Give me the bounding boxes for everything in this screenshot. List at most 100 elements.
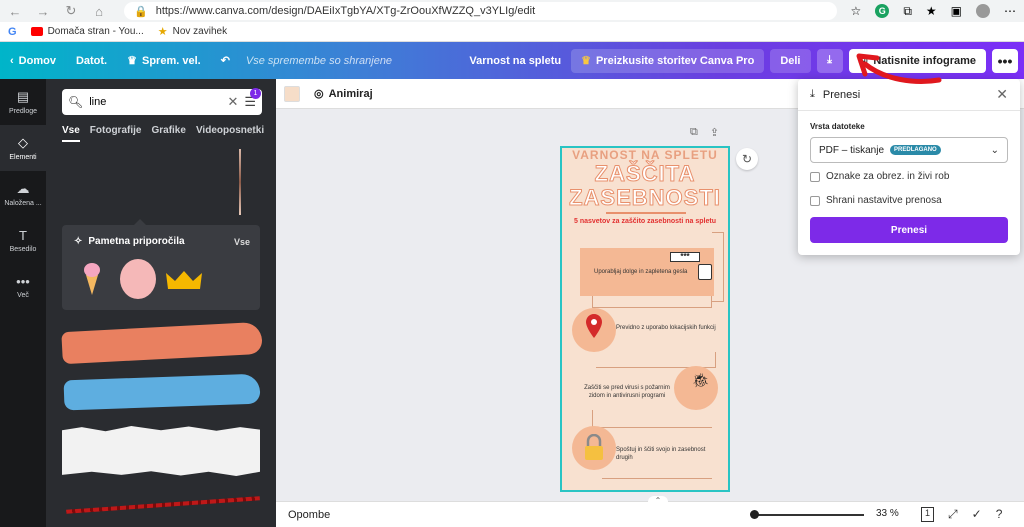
more-button[interactable]: •••	[992, 48, 1018, 73]
search-input[interactable]	[89, 96, 210, 108]
red-line-element[interactable]	[66, 496, 260, 514]
tip1-text[interactable]: Uporabljaj dolge in zapletena gesla	[594, 268, 704, 276]
privacy-circle[interactable]	[572, 426, 616, 470]
see-all-link[interactable]: Vse	[234, 237, 250, 247]
animate-icon: ◎	[314, 88, 324, 100]
undo-button[interactable]: ↶	[211, 54, 240, 67]
tab-photos[interactable]: Fotografije	[90, 125, 142, 142]
filter-icon[interactable]: ☰ 1	[244, 88, 261, 110]
profile-avatar[interactable]	[976, 4, 990, 18]
refresh-icon[interactable]: ↻	[736, 148, 758, 170]
page-count[interactable]: 1	[921, 507, 935, 522]
page-controls: ⧉ ⇪	[690, 126, 719, 139]
template-icon: ▤	[16, 89, 30, 104]
crop-marks-checkbox[interactable]: Oznake za obrez. in živi rob	[810, 171, 949, 182]
share-button[interactable]: Deli	[770, 48, 811, 73]
design-supertitle[interactable]: VARNOST NA SPLETU	[562, 148, 728, 162]
collections-icon[interactable]: ▣	[951, 4, 962, 18]
close-icon[interactable]: ✕	[996, 86, 1008, 103]
tip2-text[interactable]: Previdno z uporabo lokacijskih funkcij	[616, 324, 728, 332]
add-page-icon[interactable]: ⇪	[710, 126, 719, 139]
rail-text[interactable]: T Besedilo	[0, 217, 46, 263]
save-settings-checkbox[interactable]: Shrani nastavitve prenosa	[810, 195, 942, 206]
virus-circle[interactable]: 🐞︎	[674, 366, 718, 410]
file-type-select[interactable]: PDF – tiskanje PREDLAGANO ⌄	[810, 137, 1008, 163]
favorites-icon[interactable]: ★	[926, 4, 937, 18]
resize-button[interactable]: ♛ Sprem. vel.	[117, 54, 211, 68]
address-bar[interactable]: 🔒 https://www.canva.com/design/DAEiIxTgb…	[124, 2, 837, 20]
lock-icon: 🔒	[134, 5, 148, 18]
download-icon: ⤓	[827, 54, 832, 66]
checkbox[interactable]	[810, 171, 820, 182]
notes-button[interactable]: Opombe	[288, 509, 330, 521]
duplicate-page-icon[interactable]: ⧉	[690, 126, 698, 139]
google-icon[interactable]: G	[8, 26, 17, 38]
check-icon[interactable]: ✓	[972, 507, 982, 522]
forward-icon[interactable]: →	[36, 4, 50, 19]
location-circle[interactable]	[572, 308, 616, 352]
tip3-text[interactable]: Zaščiti se pred virusi s požarnim zidom …	[578, 384, 676, 400]
file-menu[interactable]: Datot.	[66, 55, 117, 67]
download-button[interactable]: ⤓	[816, 48, 843, 73]
more-icon: •••	[16, 273, 30, 289]
search-box[interactable]: 🔍︎ ✕ ☰1	[62, 88, 262, 115]
bookmark-new-tab[interactable]: ★ Nov zavihek	[158, 25, 227, 38]
checkbox[interactable]	[810, 195, 820, 206]
home-button[interactable]: ‹ Domov	[0, 55, 66, 67]
elements-panel: 🔍︎ ✕ ☰1 Vse Fotografije Grafike Videopos…	[46, 79, 276, 527]
blob-element[interactable]	[120, 259, 156, 299]
design-title[interactable]: Varnost na spletu	[469, 55, 561, 67]
design-title-text[interactable]: ZAŠČITA ZASEBNOSTI	[562, 161, 728, 210]
menu-icon[interactable]: ⋯	[1004, 4, 1016, 18]
download-icon: ⤓	[810, 88, 815, 100]
download-confirm-button[interactable]: Prenesi	[810, 217, 1008, 243]
try-pro-button[interactable]: ♛ Preizkusite storitev Canva Pro	[571, 48, 765, 73]
clear-icon[interactable]: ✕	[227, 94, 238, 110]
tip4-text[interactable]: Spoštuj in ščiti svojo in zasebnost drug…	[616, 446, 726, 462]
smart-title: ✧ Pametna priporočila	[74, 236, 185, 247]
left-rail: ▤ Predloge ◇ Elementi ☁ Naložena ... T Besed…	[0, 79, 46, 527]
puzzle-icon[interactable]: ⧉	[903, 4, 912, 19]
torn-paper-element[interactable]	[62, 426, 260, 476]
tab-graphics[interactable]: Grafike	[151, 125, 185, 142]
infographic-page[interactable]: VARNOST NA SPLETU ZAŠČITA ZASEBNOSTI 5 n…	[560, 146, 730, 492]
rail-elements[interactable]: ◇ Elementi	[0, 125, 46, 171]
sparkle-icon: ✧	[74, 236, 83, 247]
bookmark-star-icon[interactable]: ☆	[851, 4, 862, 18]
zoom-level[interactable]: 33 %	[876, 508, 899, 519]
ice-cream-element[interactable]	[84, 263, 100, 295]
background-color-swatch[interactable]	[284, 85, 300, 102]
tab-all[interactable]: Vse	[62, 125, 80, 142]
bottom-bar: ⌃ Opombe 33 % 1 ⤢ ✓ ?	[276, 496, 1024, 527]
reload-icon[interactable]: ↻	[64, 3, 78, 18]
bookmark-youtube[interactable]: Domača stran - You...	[30, 26, 144, 37]
blue-brush-stroke[interactable]	[63, 373, 261, 411]
star-icon: ★	[157, 26, 168, 38]
padlock-icon	[585, 434, 603, 460]
zoom-slider[interactable]	[754, 514, 864, 516]
chevron-right-icon[interactable]: ›	[252, 126, 255, 137]
grammarly-icon[interactable]: G	[875, 4, 890, 18]
crown-element[interactable]	[166, 269, 202, 291]
rail-templates[interactable]: ▤ Predloge	[0, 79, 46, 125]
animate-button[interactable]: ◎ Animiraj	[314, 87, 373, 101]
home-icon[interactable]: ⌂	[92, 4, 106, 19]
zoom-slider-handle[interactable]	[750, 510, 759, 519]
bookmarks-bar: G Domača stran - You... ★ Nov zavihek	[0, 22, 1024, 42]
rail-more[interactable]: ••• Več	[0, 263, 46, 309]
undo-icon: ↶	[220, 55, 230, 67]
fullscreen-icon[interactable]: ⤢	[948, 507, 958, 522]
line-element[interactable]	[239, 149, 241, 215]
orange-brush-stroke[interactable]	[61, 321, 263, 365]
save-status: Vse spremembe so shranjene	[245, 54, 393, 67]
crown-icon: ♛	[581, 55, 591, 67]
recommended-badge: PREDLAGANO	[890, 145, 941, 155]
design-subtitle[interactable]: 5 nasvetov za zaščito zasebnosti na sple…	[562, 218, 728, 225]
chevron-up-icon[interactable]: ⌃	[648, 496, 668, 506]
upload-icon: ☁	[16, 181, 30, 196]
red-annotation-arrow	[856, 53, 942, 84]
rail-uploads[interactable]: ☁ Naložena ...	[0, 171, 46, 217]
connector-line	[592, 410, 712, 428]
back-icon[interactable]: ←	[8, 4, 22, 19]
help-icon[interactable]: ?	[996, 507, 1003, 522]
